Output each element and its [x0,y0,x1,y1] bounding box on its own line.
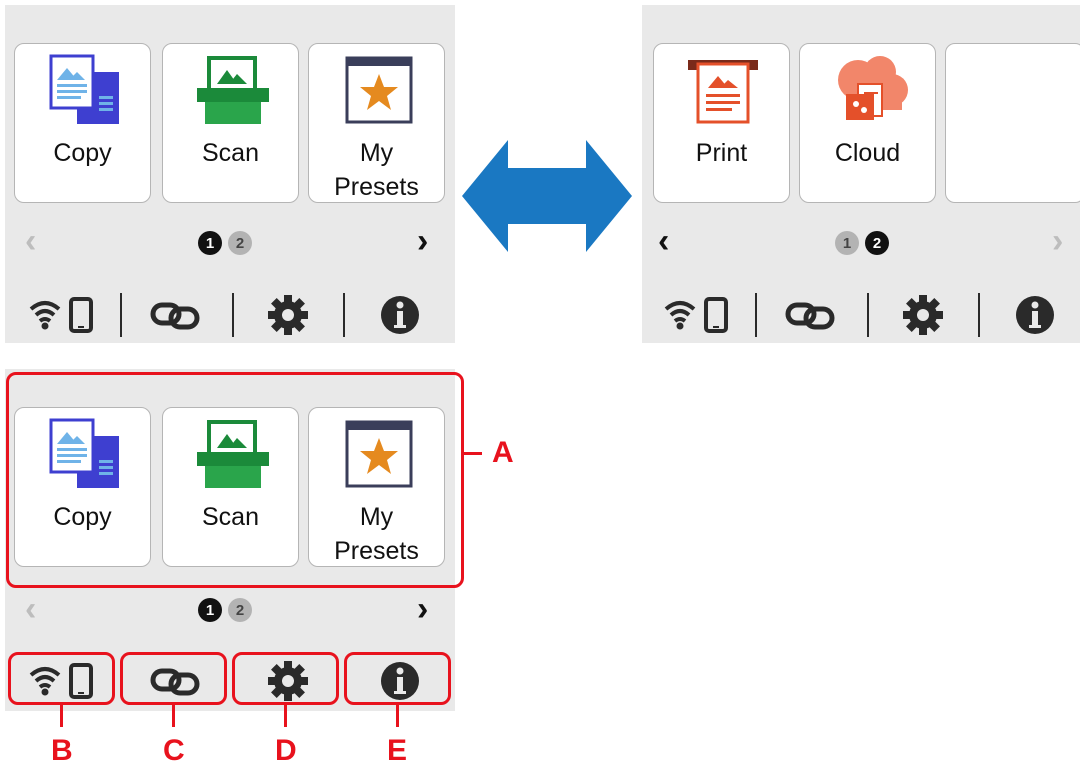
separator [343,293,345,337]
callout-label-c: C [163,734,185,767]
annotation-box-d [232,652,339,705]
page-dot-other: 2 [228,231,252,255]
page-dot-other: 1 [835,231,859,255]
callout-label-b: B [51,734,73,767]
next-page-chevron-icon[interactable]: › [417,224,428,258]
page-dot-current: 1 [198,231,222,255]
home-screen-page-1: Copy Scan My Presets ‹ 1 2 › [5,5,455,343]
tile-label: Print [695,139,748,167]
my-presets-tile[interactable]: My Presets [308,43,445,203]
star-icon [345,56,413,124]
callout-label-a: A [492,436,514,469]
separator [978,293,980,337]
page-indicator: 1 2 [835,231,889,255]
annotation-box-a [6,372,464,588]
page-indicator: 1 2 [198,598,252,622]
scan-icon [197,56,269,124]
separator [232,293,234,337]
copy-icon [49,54,119,124]
annotation-leader-a [464,452,482,455]
tile-label-line1: My [359,139,394,167]
gear-icon[interactable] [266,293,310,337]
separator [755,293,757,337]
separator [867,293,869,337]
page-dot-other: 2 [228,598,252,622]
info-icon[interactable] [1013,293,1057,337]
link-icon[interactable] [784,293,838,337]
tile-label-line2: Presets [334,173,419,201]
annotation-leader-d [284,705,287,727]
scan-tile[interactable]: Scan [162,43,299,203]
copy-tile[interactable]: Copy [14,43,151,203]
wifi-phone-icon[interactable] [662,293,734,337]
print-tile[interactable]: Print [653,43,790,203]
annotation-box-e [344,652,451,705]
tile-label: Scan [202,139,259,167]
prev-page-chevron-icon[interactable]: ‹ [658,224,669,258]
page-indicator: 1 2 [198,231,252,255]
info-icon[interactable] [378,293,422,337]
page-dot-current: 2 [865,231,889,255]
tile-label: Cloud [834,139,901,167]
annotation-box-b [8,652,115,705]
next-page-chevron-icon[interactable]: › [417,592,428,626]
link-icon[interactable] [149,293,203,337]
annotation-leader-b [60,705,63,727]
swipe-double-arrow-icon [462,140,632,252]
prev-page-chevron-icon[interactable]: ‹ [25,592,36,626]
print-icon [688,60,758,124]
callout-label-d: D [275,734,297,767]
annotation-box-c [120,652,227,705]
separator [120,293,122,337]
page-dot-current: 1 [198,598,222,622]
wifi-phone-icon[interactable] [27,293,99,337]
empty-tile [945,43,1080,203]
callout-label-e: E [387,734,408,767]
tile-label: Copy [53,139,112,167]
prev-page-chevron-icon[interactable]: ‹ [25,224,36,258]
next-page-chevron-icon[interactable]: › [1052,224,1063,258]
cloud-icon [838,56,908,120]
home-screen-page-2: Print Cloud ‹ 1 2 › [642,5,1080,343]
annotation-leader-e [396,705,399,727]
annotation-leader-c [172,705,175,727]
cloud-tile[interactable]: Cloud [799,43,936,203]
gear-icon[interactable] [901,293,945,337]
